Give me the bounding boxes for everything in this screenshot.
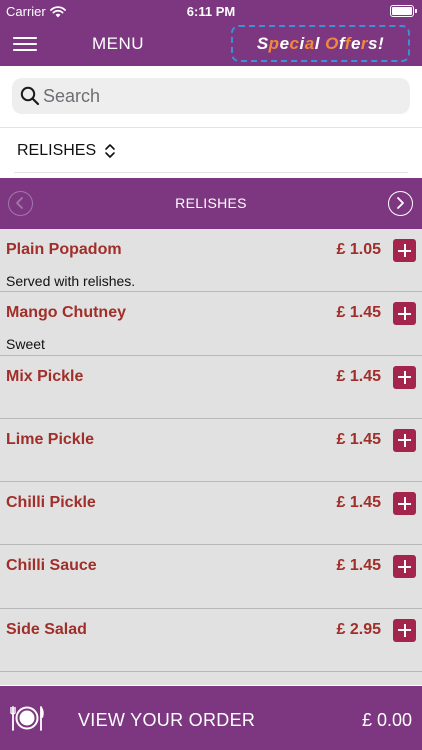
add-item-button[interactable] [393, 618, 416, 642]
menu-item: Chilli Sauce £ 1.45 [0, 545, 422, 609]
battery-icon [390, 5, 417, 17]
item-name: Lime Pickle [6, 430, 95, 448]
item-name: Plain Popadom [6, 241, 122, 258]
menu-item-list: Plain Popadom £ 1.05 Served with relishe… [0, 229, 422, 685]
item-price: £ 1.45 [336, 367, 381, 385]
divider [14, 172, 408, 173]
add-item-button[interactable] [393, 365, 416, 389]
nav-bar: MENU Special Offers! [0, 22, 422, 66]
category-picker-row: RELISHES [0, 127, 422, 177]
menu-item: Mango Chutney £ 1.45 Sweet [0, 292, 422, 356]
item-name: Mango Chutney [6, 304, 126, 322]
sort-updown-icon [105, 144, 115, 158]
category-picker-label: RELISHES [17, 142, 97, 159]
item-description: Served with relishes. [6, 273, 136, 289]
add-item-button[interactable] [393, 239, 416, 262]
plate-cutlery-icon [10, 706, 44, 731]
item-price: £ 2.95 [336, 620, 381, 638]
item-name: Side Salad [6, 620, 87, 638]
special-offers-label: Special Offers! [256, 33, 385, 53]
item-price: £ 1.05 [336, 241, 381, 258]
chevron-right-icon [397, 197, 404, 209]
search-icon [20, 86, 40, 106]
item-price: £ 1.45 [336, 494, 381, 512]
add-item-button[interactable] [393, 492, 416, 516]
section-header: RELISHES [0, 178, 422, 229]
page-title: MENU [92, 34, 145, 53]
search-input[interactable] [43, 78, 403, 114]
item-name: Chilli Pickle [6, 494, 96, 512]
item-price: £ 1.45 [336, 430, 381, 448]
status-time: 6:11 PM [186, 4, 236, 19]
item-price: £ 1.45 [336, 304, 381, 322]
search-field-container[interactable] [12, 78, 410, 114]
next-category-button[interactable] [388, 191, 413, 216]
menu-item: Plain Popadom £ 1.05 Served with relishe… [0, 229, 422, 293]
menu-item: Lime Pickle £ 1.45 [0, 419, 422, 483]
special-offers-button[interactable]: Special Offers! [231, 25, 410, 62]
add-item-button[interactable] [393, 555, 416, 579]
item-description: Sweet [6, 336, 45, 353]
item-price: £ 1.45 [336, 557, 381, 575]
menu-item: Mix Pickle £ 1.45 [0, 356, 422, 419]
menu-item: Chilli Pickle £ 1.45 [0, 482, 422, 546]
view-order-button[interactable]: VIEW YOUR ORDER £ 0.00 [0, 686, 422, 750]
section-title: RELISHES [175, 195, 247, 211]
hamburger-menu-icon[interactable] [13, 35, 37, 53]
view-order-label: VIEW YOUR ORDER [78, 710, 256, 730]
order-total: £ 0.00 [361, 710, 412, 730]
menu-item: Side Salad £ 2.95 [0, 609, 422, 673]
add-item-button[interactable] [393, 302, 416, 326]
item-name: Chilli Sauce [6, 557, 97, 575]
add-item-button[interactable] [393, 428, 416, 452]
item-name: Mix Pickle [6, 367, 84, 385]
category-picker[interactable]: RELISHES [17, 142, 116, 160]
search-bar [0, 66, 422, 126]
status-bar: Carrier 6:11 PM [0, 0, 422, 22]
